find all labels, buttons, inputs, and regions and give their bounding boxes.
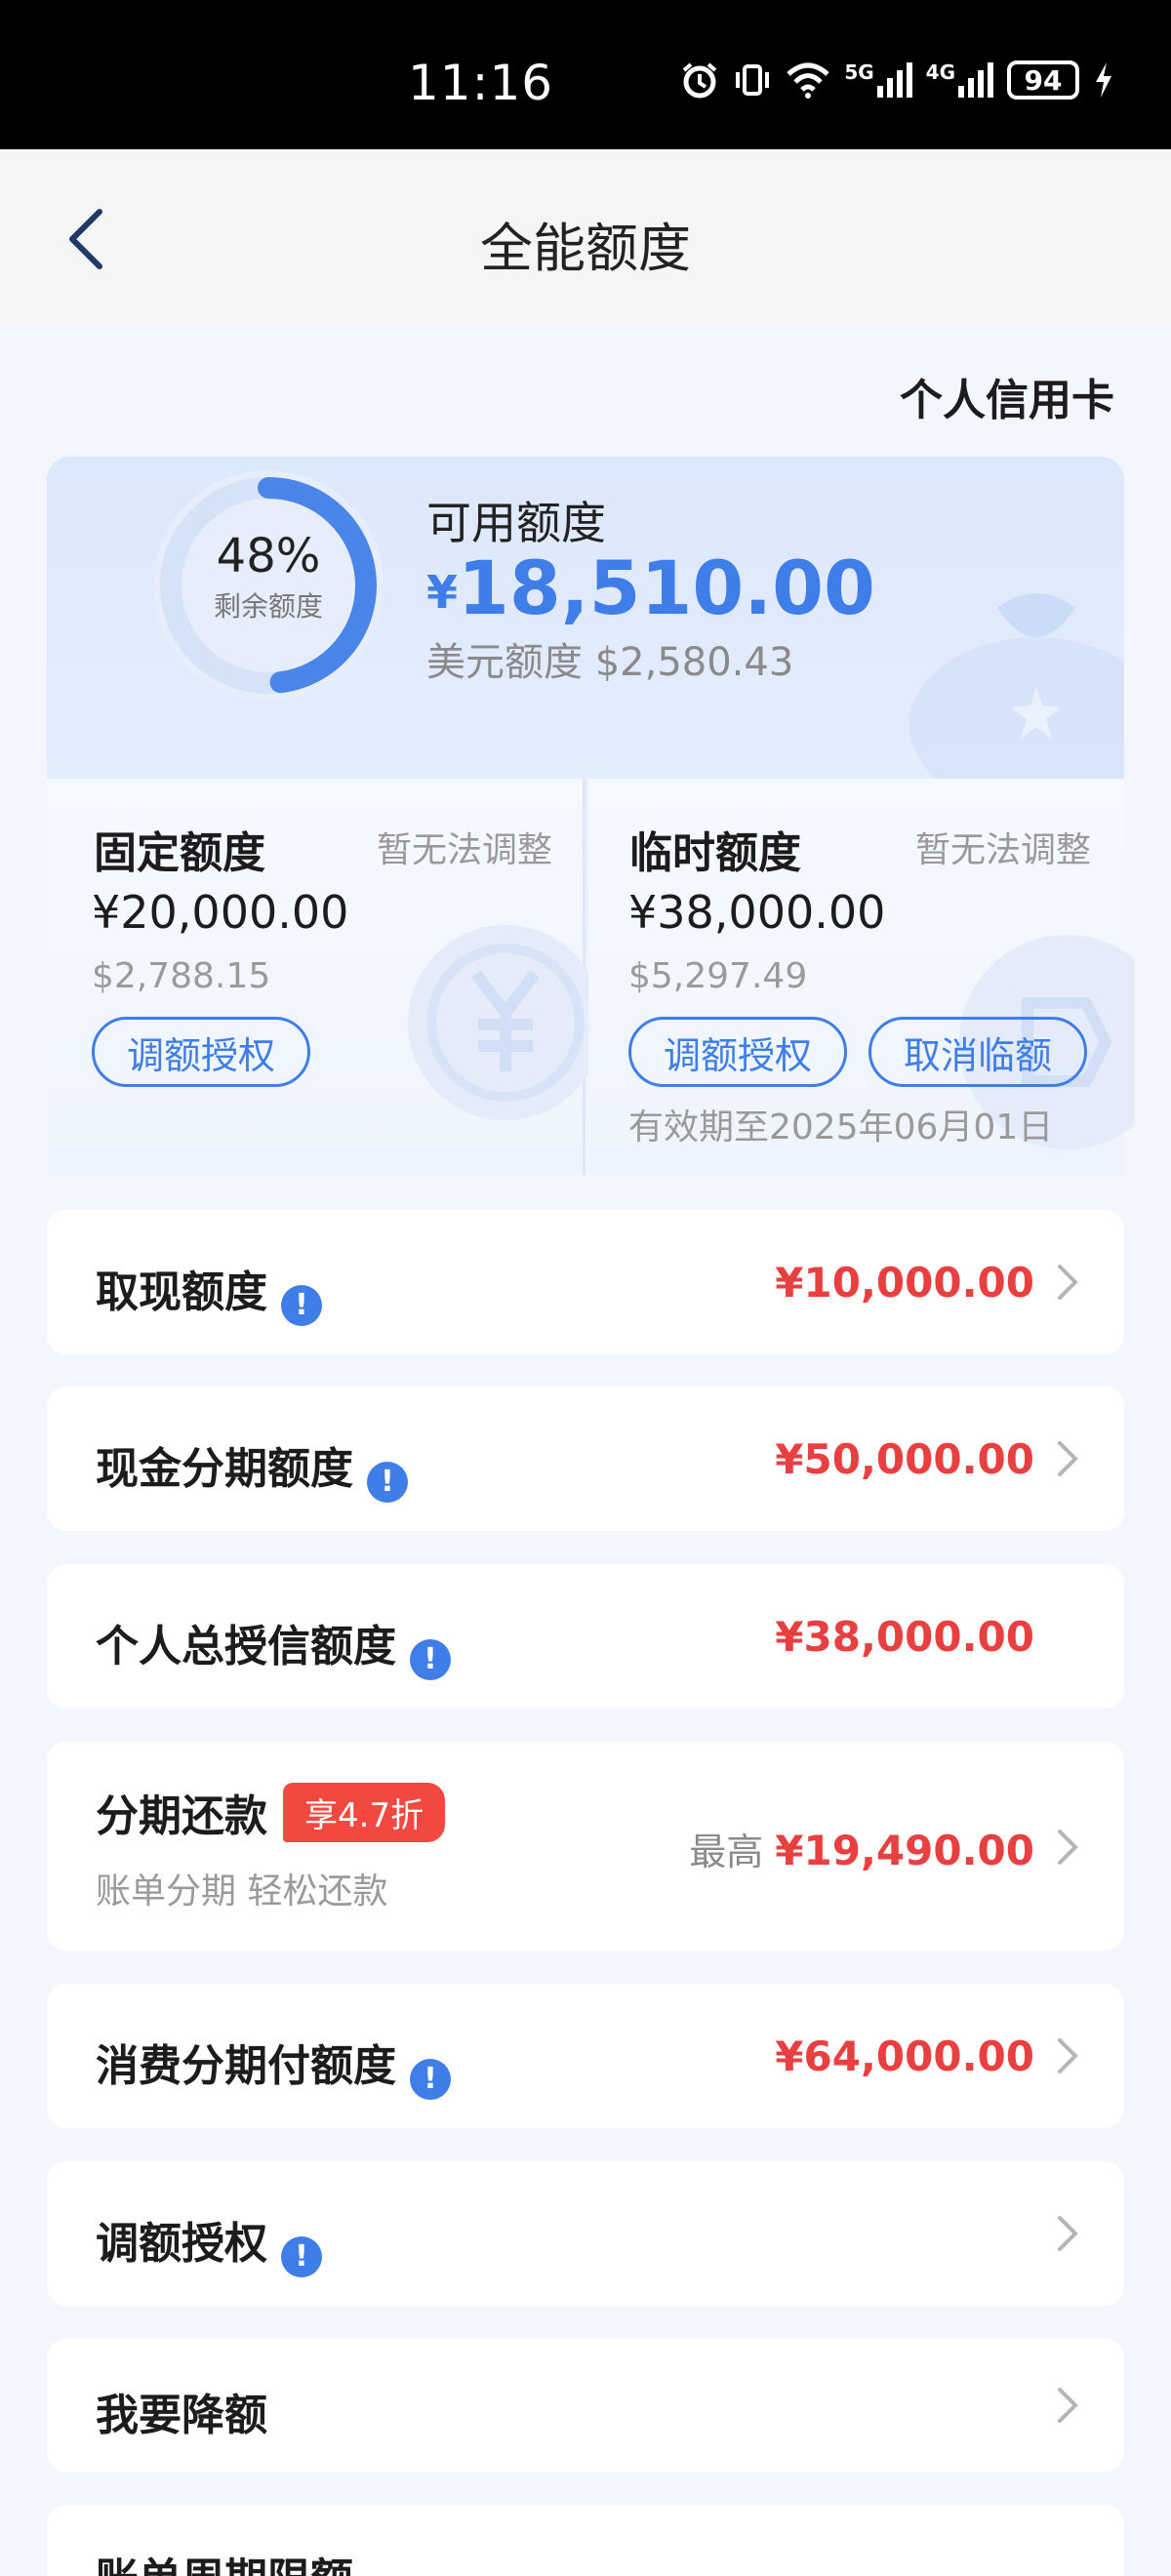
row-label: 取现额度 [96, 1268, 267, 1317]
row-consumer-installment-limit[interactable]: 消费分期付额度! ¥64,000.00 [47, 1984, 1124, 2128]
cancel-temp-quota-button[interactable]: 取消临额 [868, 1017, 1087, 1087]
available-amount: ¥18,510.00 [426, 544, 875, 631]
currency-symbol: ¥ [426, 566, 459, 619]
row-label: 现金分期额度 [96, 1444, 353, 1494]
info-icon[interactable]: ! [281, 1285, 322, 1326]
charging-icon [1093, 60, 1114, 100]
status-time: 11:16 [408, 55, 554, 111]
row-value-prefix: 最高 [689, 1831, 764, 1873]
status-bar: 11:16 5G 4G 94 [0, 0, 1171, 149]
info-icon[interactable]: ! [367, 1462, 408, 1503]
row-label: 账单周期限额 [96, 2555, 353, 2576]
alarm-icon [680, 60, 719, 100]
yuan-coin-icon [408, 925, 603, 1120]
row-cash-installment-limit[interactable]: 现金分期额度! ¥50,000.00 [47, 1387, 1124, 1531]
temp-quota-usd: $5,297.49 [628, 956, 808, 996]
temp-adjust-button[interactable]: 调额授权 [628, 1017, 847, 1087]
chevron-right-icon [1058, 1265, 1078, 1300]
vibrate-icon [733, 60, 772, 100]
fixed-quota-amount: ¥20,000.00 [92, 886, 349, 939]
row-subtitle: 账单分期 轻松还款 [96, 1872, 388, 1912]
row-bill-cycle-limit[interactable]: 账单周期限额 [47, 2505, 1124, 2576]
usd-available: 美元额度 $2,580.43 [426, 640, 794, 685]
row-value: ¥10,000.00 [775, 1259, 1034, 1307]
signal-5g-icon: 5G [844, 62, 912, 98]
battery-icon: 94 [1007, 60, 1079, 100]
chevron-right-icon [1058, 2216, 1078, 2251]
row-installment-repayment[interactable]: 分期还款 享4.7折 账单分期 轻松还款 最高 ¥19,490.00 [47, 1742, 1124, 1951]
temp-quota-title: 临时额度 [629, 828, 801, 878]
discount-badge: 享4.7折 [283, 1783, 446, 1842]
remaining-label: 剩余额度 [213, 590, 323, 623]
row-label: 分期还款 [96, 1791, 267, 1841]
row-value: ¥64,000.00 [775, 2033, 1034, 2080]
info-icon[interactable]: ! [410, 2059, 451, 2100]
available-amount-value: 18,510.00 [458, 544, 875, 631]
row-cash-limit[interactable]: 取现额度! ¥10,000.00 [47, 1210, 1124, 1354]
fixed-quota-usd: $2,788.15 [92, 956, 271, 996]
chevron-right-icon [1058, 1830, 1078, 1865]
fixed-quota-title: 固定额度 [94, 828, 265, 878]
row-value: ¥19,490.00 [775, 1827, 1034, 1874]
temp-quota-note: 暂无法调整 [915, 830, 1092, 870]
row-total-credit-limit: 个人总授信额度! ¥38,000.00 [47, 1564, 1124, 1709]
row-label: 个人总授信额度 [96, 1622, 396, 1671]
wifi-icon [786, 60, 830, 100]
status-icons: 5G 4G 94 [680, 60, 1114, 100]
row-label: 我要降额 [96, 2391, 267, 2440]
chevron-right-icon [1058, 2038, 1078, 2073]
row-value: ¥38,000.00 [775, 1613, 1034, 1661]
row-adjust-authorization[interactable]: 调额授权! [47, 2161, 1124, 2306]
available-label: 可用额度 [426, 497, 606, 549]
fixed-quota-note: 暂无法调整 [377, 830, 553, 870]
info-icon[interactable]: ! [281, 2236, 322, 2277]
row-label: 消费分期付额度 [96, 2041, 396, 2091]
row-label: 调额授权 [96, 2219, 267, 2269]
chevron-right-icon [1058, 2388, 1078, 2423]
money-bag-icon [909, 593, 1124, 784]
chevron-right-icon [1058, 1441, 1078, 1476]
signal-4g-icon: 4G [926, 62, 993, 98]
remaining-percent: 48% [216, 529, 321, 584]
temp-quota-amount: ¥38,000.00 [628, 886, 886, 939]
row-reduce-limit[interactable]: 我要降额 [47, 2339, 1124, 2472]
fixed-adjust-button[interactable]: 调额授权 [92, 1017, 310, 1087]
temp-quota-validity: 有效期至2025年06月01日 [628, 1107, 1054, 1147]
info-icon[interactable]: ! [410, 1639, 451, 1680]
page-title: 全能额度 [480, 218, 691, 279]
card-type-label: 个人信用卡 [900, 376, 1114, 425]
row-value: ¥50,000.00 [775, 1435, 1034, 1483]
